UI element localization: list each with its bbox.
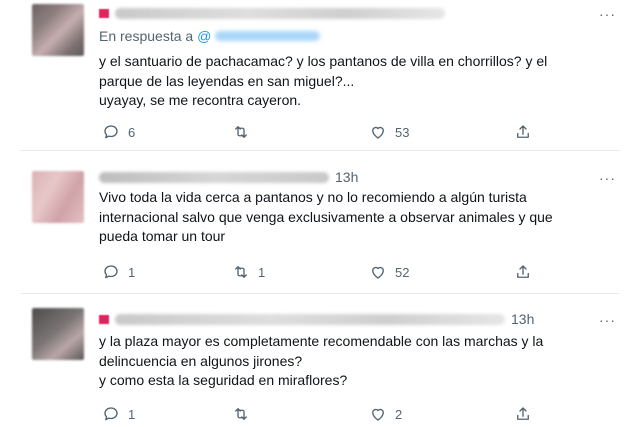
like-icon <box>372 266 384 279</box>
tweet-2[interactable]: 13h ··· Vivo toda la vida cerca a pantan… <box>0 151 640 293</box>
share-button[interactable] <box>514 263 532 281</box>
reply-icon <box>104 407 118 421</box>
like-button[interactable]: 2 <box>369 405 402 423</box>
tweet-text: y la plaza mayor es completamente recome… <box>99 333 544 388</box>
reply-prefix: En respuesta a <box>99 28 194 44</box>
like-count: 53 <box>395 124 410 140</box>
reply-button[interactable]: 1 <box>102 263 135 281</box>
like-count: 52 <box>395 264 410 280</box>
reply-count: 6 <box>128 124 136 140</box>
retweet-icon <box>235 126 247 138</box>
avatar[interactable] <box>32 171 84 223</box>
share-icon <box>517 265 529 278</box>
like-button[interactable]: 53 <box>369 123 409 141</box>
reply-count: 1 <box>128 264 136 280</box>
flag-icon <box>99 8 109 18</box>
handle-redacted <box>215 31 321 41</box>
like-icon <box>372 126 384 139</box>
share-button[interactable] <box>514 123 532 141</box>
reply-button[interactable]: 1 <box>102 405 135 423</box>
tweet-text: Vivo toda la vida cerca a pantanos y no … <box>99 189 553 244</box>
reply-count: 1 <box>128 406 136 422</box>
author-name-redacted[interactable] <box>115 7 445 19</box>
tweet-actions: 6 53 <box>99 123 539 143</box>
retweet-button[interactable] <box>232 405 258 423</box>
tweet-actions: 1 1 52 <box>99 263 539 283</box>
more-options-button[interactable]: ··· <box>599 170 616 186</box>
retweet-button[interactable] <box>232 123 258 141</box>
author-name-redacted[interactable] <box>115 313 505 325</box>
like-count: 2 <box>395 406 403 422</box>
share-icon <box>517 125 529 138</box>
flag-icon <box>99 314 109 324</box>
retweet-button[interactable]: 1 <box>232 263 265 281</box>
tweet-header <box>99 4 445 22</box>
reply-icon <box>104 125 118 139</box>
reply-thread: ··· En respuesta a @ y el santuario de p… <box>0 0 640 427</box>
retweet-icon <box>235 266 247 278</box>
reply-button[interactable]: 6 <box>102 123 135 141</box>
tweet-actions: 1 2 <box>99 405 539 425</box>
tweet-3[interactable]: 13h ··· y la plaza mayor es completament… <box>0 294 640 427</box>
tweet-text: y el santuario de pachacamac? y los pant… <box>99 53 548 108</box>
tweet-timestamp[interactable]: 13h <box>335 169 358 185</box>
tweet-1[interactable]: ··· En respuesta a @ y el santuario de p… <box>0 0 640 150</box>
reply-handle-text: @ <box>197 28 212 44</box>
like-button[interactable]: 52 <box>369 263 409 281</box>
retweet-icon <box>235 408 247 420</box>
share-icon <box>517 407 529 420</box>
more-options-button[interactable]: ··· <box>599 312 616 328</box>
author-name-redacted[interactable] <box>99 171 329 183</box>
reply-context: En respuesta a @ <box>99 28 321 44</box>
tweet-header: 13h <box>99 310 534 328</box>
avatar[interactable] <box>32 308 84 360</box>
tweet-timestamp[interactable]: 13h <box>511 311 534 327</box>
retweet-count: 1 <box>258 264 266 280</box>
reply-icon <box>104 265 118 279</box>
reply-handle-link[interactable]: @ <box>197 28 321 44</box>
more-options-button[interactable]: ··· <box>599 6 616 22</box>
avatar[interactable] <box>32 4 84 56</box>
like-icon <box>372 408 384 421</box>
tweet-header: 13h <box>99 168 358 186</box>
share-button[interactable] <box>514 405 532 423</box>
